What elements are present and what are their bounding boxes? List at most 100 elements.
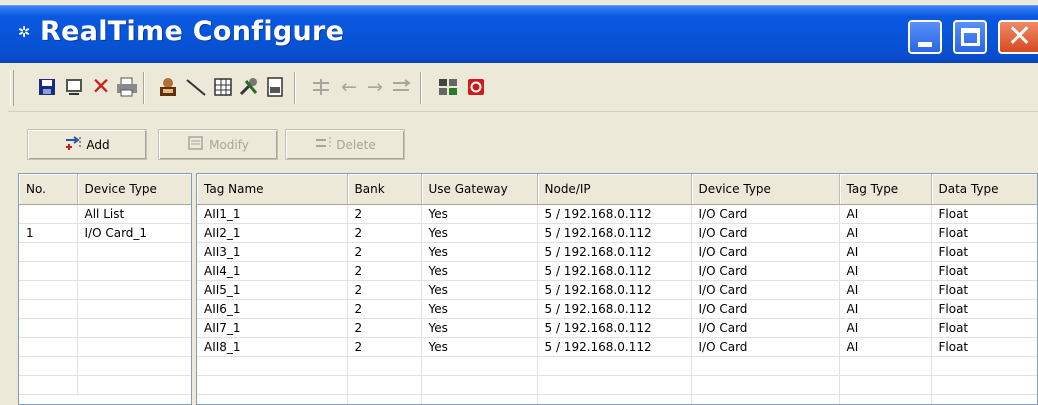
table-row[interactable]: AII1_1 2 Yes 5 / 192.168.0.112 I/O Card AI Flo… [197, 204, 1037, 224]
cell-bank: 2 [347, 223, 422, 243]
empty-row [19, 280, 191, 300]
table-row[interactable]: AII4_1 2 Yes 5 / 192.168.0.112 I/O Card AI Flo… [197, 261, 1037, 281]
column-header-data-type[interactable]: Data Type [931, 174, 1037, 205]
table-row[interactable]: AII3_1 2 Yes 5 / 192.168.0.112 I/O Card AI Flo… [197, 242, 1037, 262]
tag-table: Tag Name Bank Use Gateway Node/IP Device… [197, 174, 1037, 404]
cell-tag-type: AI [839, 299, 932, 319]
cell-bank: 2 [347, 299, 422, 319]
toolbar-grip[interactable] [10, 70, 14, 106]
add-button[interactable]: Add [27, 129, 147, 160]
maximize-button[interactable] [953, 20, 987, 54]
column-header-tag-type[interactable]: Tag Type [839, 174, 932, 205]
cell-node-ip: 5 / 192.168.0.112 [537, 242, 692, 262]
toolbar: ✕ ← → [8, 64, 1038, 112]
minimize-button[interactable] [908, 20, 942, 54]
cell-data-type: Float [931, 337, 1037, 357]
cell-use-gateway: Yes [421, 261, 538, 281]
delete-button[interactable]: Delete [285, 129, 405, 160]
cell-device-type: I/O Card [691, 299, 840, 319]
empty-row [19, 356, 191, 376]
cell-device-type: I/O Card [691, 242, 840, 262]
close-button[interactable]: ✕ [998, 20, 1038, 54]
cell-use-gateway: Yes [421, 299, 538, 319]
cell-bank: 2 [347, 337, 422, 357]
arrow-right-icon[interactable]: → [362, 74, 388, 100]
line-icon[interactable] [183, 74, 209, 100]
cell-bank: 2 [347, 204, 422, 224]
empty-row [19, 242, 191, 262]
device-list-table: No. Device Type All List 1 I/O Card_1 [19, 174, 191, 395]
cell-device-type: I/O Card [691, 337, 840, 357]
network-icon[interactable] [435, 74, 461, 100]
grid-icon[interactable] [210, 74, 236, 100]
cell-device-type: I/O Card [691, 318, 840, 338]
empty-row [19, 261, 191, 281]
align-icon[interactable] [308, 74, 334, 100]
cell-tag-type: AI [839, 223, 932, 243]
cell-data-type: Float [931, 299, 1037, 319]
table-row[interactable]: AII5_1 2 Yes 5 / 192.168.0.112 I/O Card AI Flo… [197, 280, 1037, 300]
column-header-no[interactable]: No. [19, 174, 78, 205]
title-bar[interactable]: ✲ RealTime Configure ✕ [0, 5, 1038, 63]
modify-button[interactable]: Modify [158, 129, 278, 160]
empty-row [19, 375, 191, 395]
cell-node-ip: 5 / 192.168.0.112 [537, 280, 692, 300]
cell-node-ip: 5 / 192.168.0.112 [537, 261, 692, 281]
cell-device-type: All List [77, 204, 191, 224]
cell-device-type: I/O Card [691, 261, 840, 281]
cell-data-type: Float [931, 204, 1037, 224]
modify-label: Modify [209, 137, 249, 152]
column-header-bank[interactable]: Bank [347, 174, 422, 205]
column-header-tag-name[interactable]: Tag Name [197, 174, 348, 205]
column-header-use-gateway[interactable]: Use Gateway [421, 174, 538, 205]
cell-node-ip: 5 / 192.168.0.112 [537, 318, 692, 338]
document-icon[interactable] [262, 74, 288, 100]
cell-data-type: Float [931, 318, 1037, 338]
cell-use-gateway: Yes [421, 318, 538, 338]
column-header-node-ip[interactable]: Node/IP [537, 174, 692, 205]
cell-tag-type: AI [839, 280, 932, 300]
cell-tag-type: AI [839, 318, 932, 338]
tag-table-header: Tag Name Bank Use Gateway Node/IP Device… [197, 174, 1037, 205]
table-row[interactable]: AII6_1 2 Yes 5 / 192.168.0.112 I/O Card AI Flo… [197, 299, 1037, 319]
cell-tag-name: AII3_1 [197, 242, 348, 262]
empty-row [19, 318, 191, 338]
device-list-panel: No. Device Type All List 1 I/O Card_1 [18, 173, 192, 405]
tools-icon[interactable] [236, 74, 262, 100]
print-icon[interactable] [114, 74, 140, 100]
cell-no: 1 [19, 223, 78, 243]
cell-tag-type: AI [839, 261, 932, 281]
empty-row [197, 356, 1037, 376]
power-icon[interactable] [463, 74, 489, 100]
delete-x-icon[interactable]: ✕ [88, 74, 114, 100]
add-icon [64, 135, 82, 155]
column-header-device-type[interactable]: Device Type [691, 174, 840, 205]
column-header-device-type[interactable]: Device Type [77, 174, 191, 205]
cell-no [19, 204, 78, 224]
table-row[interactable]: All List [19, 204, 191, 224]
cell-data-type: Float [931, 242, 1037, 262]
monitor-icon[interactable] [62, 74, 88, 100]
table-row[interactable]: AII2_1 2 Yes 5 / 192.168.0.112 I/O Card AI Flo… [197, 223, 1037, 243]
table-row[interactable]: AII8_1 2 Yes 5 / 192.168.0.112 I/O Card AI Flo… [197, 337, 1037, 357]
cell-tag-name: AII2_1 [197, 223, 348, 243]
maximize-icon [961, 28, 980, 46]
action-row: Add Modify Delete [8, 113, 1038, 173]
tag-icon[interactable] [155, 74, 181, 100]
cell-use-gateway: Yes [421, 223, 538, 243]
save-icon[interactable] [34, 74, 60, 100]
cell-bank: 2 [347, 261, 422, 281]
cell-node-ip: 5 / 192.168.0.112 [537, 204, 692, 224]
tag-table-panel: Tag Name Bank Use Gateway Node/IP Device… [196, 173, 1038, 405]
table-row[interactable]: 1 I/O Card_1 [19, 223, 191, 243]
cell-node-ip: 5 / 192.168.0.112 [537, 223, 692, 243]
cell-device-type: I/O Card_1 [77, 223, 191, 243]
close-icon: ✕ [1007, 19, 1033, 54]
align-right-icon[interactable] [388, 74, 414, 100]
cell-bank: 2 [347, 318, 422, 338]
add-label: Add [86, 137, 110, 152]
cell-tag-name: AII8_1 [197, 337, 348, 357]
cell-tag-type: AI [839, 204, 932, 224]
table-row[interactable]: AII7_1 2 Yes 5 / 192.168.0.112 I/O Card AI Flo… [197, 318, 1037, 338]
arrow-left-icon[interactable]: ← [336, 74, 362, 100]
